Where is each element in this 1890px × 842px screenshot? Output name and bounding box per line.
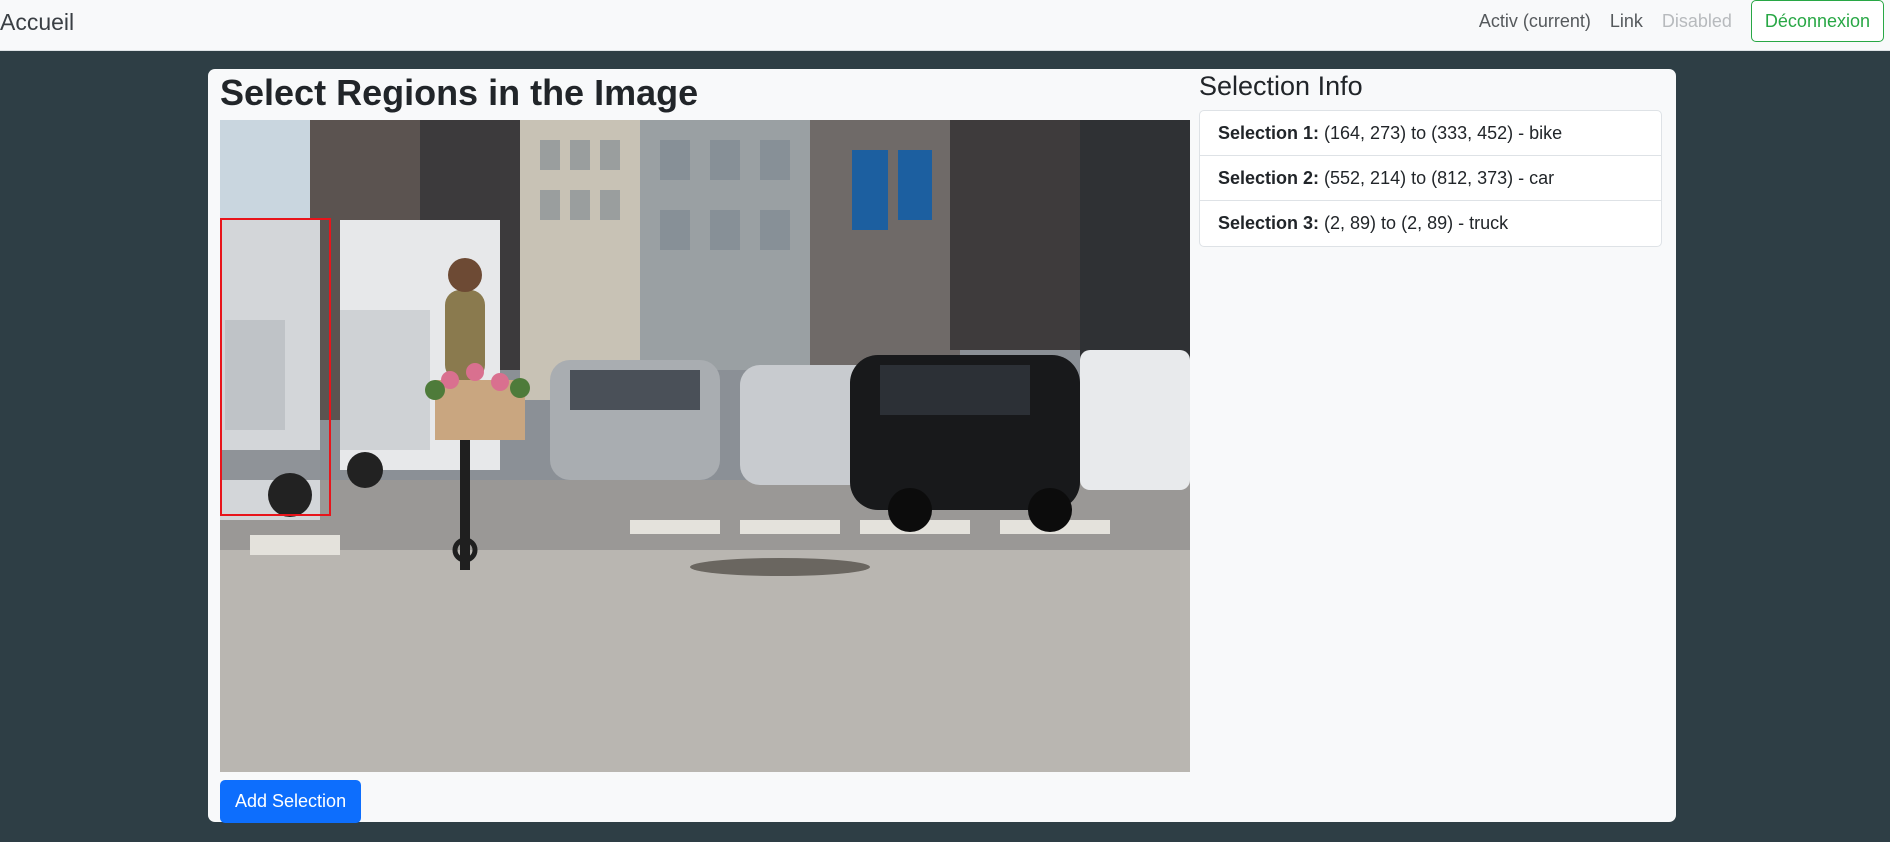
nav-link-link[interactable]: Link <box>1610 11 1643 32</box>
selection-coords: (164, 273) to (333, 452) - bike <box>1319 123 1563 143</box>
selection-label: Selection 1: <box>1218 123 1320 143</box>
selection-info-title: Selection Info <box>1199 71 1363 101</box>
image-canvas[interactable] <box>220 120 1190 772</box>
selection-box[interactable] <box>220 218 331 516</box>
logout-button[interactable]: Déconnexion <box>1750 0 1884 42</box>
nav-links: Activ (current) Link Disabled Déconnexio… <box>1479 0 1884 42</box>
list-item: Selection 2: (552, 214) to (812, 373) - … <box>1200 156 1661 201</box>
list-item: Selection 3: (2, 89) to (2, 89) - truck <box>1200 201 1661 246</box>
selection-label: Selection 2: <box>1218 168 1320 188</box>
nav-link-active[interactable]: Activ (current) <box>1479 11 1591 32</box>
add-selection-button[interactable]: Add Selection <box>220 780 362 823</box>
selection-label: Selection 3: <box>1218 213 1320 233</box>
selection-info-list: Selection 1: (164, 273) to (333, 452) - … <box>1199 110 1662 247</box>
selection-coords: (552, 214) to (812, 373) - car <box>1319 168 1555 188</box>
page-title: Select Regions in the Image <box>220 72 699 113</box>
brand-link[interactable]: Accueil <box>0 9 74 36</box>
selection-coords: (2, 89) to (2, 89) - truck <box>1319 213 1509 233</box>
nav-link-disabled: Disabled <box>1661 10 1732 31</box>
top-navbar: Accueil Activ (current) Link Disabled Dé… <box>0 0 1890 51</box>
street-photo <box>220 120 1190 772</box>
list-item: Selection 1: (164, 273) to (333, 452) - … <box>1200 111 1661 156</box>
main-card: Select Regions in the Image Add Selectio… <box>208 69 1676 823</box>
